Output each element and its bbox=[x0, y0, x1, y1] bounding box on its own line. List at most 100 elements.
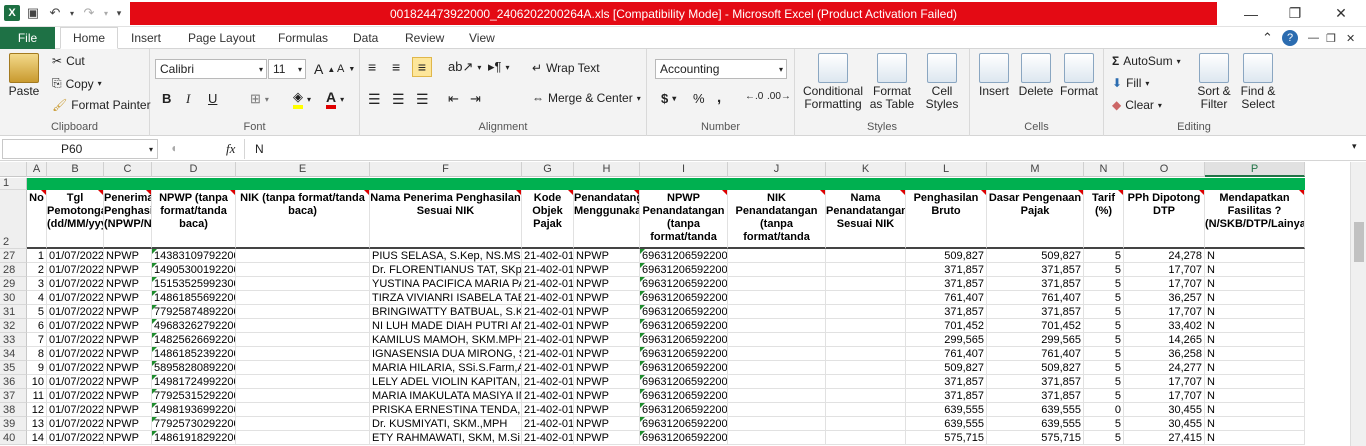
column-header-d[interactable]: D bbox=[152, 162, 236, 177]
table-cell[interactable]: 639,555 bbox=[987, 403, 1084, 417]
decrease-indent-icon[interactable]: ⇤ bbox=[448, 91, 459, 107]
conditional-formatting-button[interactable]: Conditional Formatting bbox=[799, 53, 867, 111]
percent-button[interactable]: % bbox=[693, 91, 705, 106]
row-header[interactable]: 40 bbox=[0, 431, 27, 445]
table-cell[interactable] bbox=[728, 347, 826, 361]
column-title-cell[interactable]: Mendapatkan Fasilitas ? (N/SKB/DTP/Lainy… bbox=[1205, 190, 1305, 249]
table-cell[interactable]: 8 bbox=[27, 347, 47, 361]
column-header-j[interactable]: J bbox=[728, 162, 826, 177]
table-cell[interactable]: MARIA HILARIA, SSi.S.Farm,Apt bbox=[370, 361, 522, 375]
table-cell[interactable] bbox=[826, 263, 906, 277]
autosum-button[interactable]: Σ AutoSum ▾ bbox=[1112, 54, 1181, 68]
table-cell[interactable] bbox=[728, 333, 826, 347]
table-cell[interactable]: NPWP bbox=[574, 305, 640, 319]
table-cell[interactable]: NPWP bbox=[574, 277, 640, 291]
table-cell[interactable]: 371,857 bbox=[906, 389, 987, 403]
column-title-cell[interactable]: Nama Penandatangan Sesuai NIK bbox=[826, 190, 906, 249]
formula-input[interactable]: N bbox=[244, 139, 1349, 159]
table-cell[interactable]: 24,277 bbox=[1124, 361, 1205, 375]
redo-icon[interactable]: ↷ bbox=[80, 4, 98, 22]
column-title-cell[interactable]: Penerima Penghasilan? (NPWP/NI bbox=[104, 190, 152, 249]
table-cell[interactable]: 696312065922000 bbox=[640, 277, 728, 291]
table-cell[interactable]: NPWP bbox=[104, 375, 152, 389]
table-cell[interactable]: 10 bbox=[27, 375, 47, 389]
table-cell[interactable] bbox=[236, 291, 370, 305]
table-cell[interactable]: 696312065922000 bbox=[640, 305, 728, 319]
column-title-cell[interactable]: NIK (tanpa format/tanda baca) bbox=[236, 190, 370, 249]
table-cell[interactable]: NI LUH MADE DIAH PUTRI ANGG bbox=[370, 319, 522, 333]
table-cell[interactable]: NPWP bbox=[104, 249, 152, 263]
column-header-c[interactable]: C bbox=[104, 162, 152, 177]
table-cell[interactable]: 696312065922000 bbox=[640, 361, 728, 375]
table-cell[interactable]: NPWP bbox=[104, 319, 152, 333]
table-cell[interactable]: 696312065922000 bbox=[640, 417, 728, 431]
paste-button[interactable]: Paste bbox=[6, 53, 42, 98]
table-cell[interactable]: 149053001922000 bbox=[152, 263, 236, 277]
table-cell[interactable]: 11 bbox=[27, 389, 47, 403]
table-cell[interactable]: 17,707 bbox=[1124, 277, 1205, 291]
table-cell[interactable] bbox=[826, 305, 906, 319]
table-cell[interactable]: 21-402-01 bbox=[522, 389, 574, 403]
table-cell[interactable]: 148618556922000 bbox=[152, 291, 236, 305]
table-cell[interactable]: NPWP bbox=[104, 389, 152, 403]
orientation-icon[interactable]: ab↗ ▾ bbox=[448, 59, 481, 75]
table-cell[interactable] bbox=[728, 375, 826, 389]
table-cell[interactable] bbox=[236, 417, 370, 431]
table-cell[interactable]: 36,258 bbox=[1124, 347, 1205, 361]
insert-cells-button[interactable]: Insert bbox=[974, 53, 1014, 98]
row-header[interactable]: 31 bbox=[0, 305, 27, 319]
table-cell[interactable]: 5 bbox=[1084, 389, 1124, 403]
increase-indent-icon[interactable]: ⇥ bbox=[470, 91, 481, 107]
bold-button[interactable]: B bbox=[162, 91, 171, 106]
table-cell[interactable]: ETY RAHMAWATI, SKM, M.Si bbox=[370, 431, 522, 445]
table-cell[interactable]: 509,827 bbox=[906, 249, 987, 263]
table-cell[interactable]: 696312065922000 bbox=[640, 291, 728, 305]
table-cell[interactable]: 696312065922000 bbox=[640, 319, 728, 333]
table-cell[interactable]: NPWP bbox=[574, 375, 640, 389]
table-cell[interactable]: 36,257 bbox=[1124, 291, 1205, 305]
column-header-m[interactable]: M bbox=[987, 162, 1084, 177]
table-cell[interactable] bbox=[826, 375, 906, 389]
table-cell[interactable]: 01/07/2022 bbox=[47, 361, 104, 375]
row-header[interactable]: 27 bbox=[0, 249, 27, 263]
text-direction-icon[interactable]: ▸¶ ▾ bbox=[488, 59, 510, 75]
table-cell[interactable]: 33,402 bbox=[1124, 319, 1205, 333]
table-cell[interactable]: 5 bbox=[1084, 277, 1124, 291]
table-cell[interactable]: 4 bbox=[27, 291, 47, 305]
align-middle-icon[interactable]: ≡ bbox=[392, 59, 400, 75]
font-color-icon[interactable]: A ▾ bbox=[326, 89, 344, 109]
table-cell[interactable] bbox=[728, 263, 826, 277]
row-header[interactable]: 1 bbox=[0, 177, 27, 190]
find-select-button[interactable]: Find & Select bbox=[1236, 53, 1280, 111]
table-cell[interactable]: 371,857 bbox=[906, 277, 987, 291]
table-cell[interactable]: 5 bbox=[1084, 319, 1124, 333]
column-header-i[interactable]: I bbox=[640, 162, 728, 177]
table-cell[interactable]: NPWP bbox=[104, 361, 152, 375]
table-cell[interactable]: 5 bbox=[1084, 249, 1124, 263]
format-cells-button[interactable]: Format bbox=[1058, 53, 1100, 98]
table-cell[interactable]: N bbox=[1205, 263, 1305, 277]
column-title-cell[interactable]: Tgl Pemotongan (dd/MM/yyyy bbox=[47, 190, 104, 249]
table-cell[interactable]: 371,857 bbox=[906, 375, 987, 389]
column-title-cell[interactable]: NIK Penandatangan (tanpa format/tanda bbox=[728, 190, 826, 249]
column-header-k[interactable]: K bbox=[826, 162, 906, 177]
table-cell[interactable]: 509,827 bbox=[987, 361, 1084, 375]
table-cell[interactable]: 13 bbox=[27, 417, 47, 431]
table-cell[interactable]: 696312065922000 bbox=[640, 403, 728, 417]
table-cell[interactable]: 761,407 bbox=[906, 291, 987, 305]
table-cell[interactable]: 148256266922000 bbox=[152, 333, 236, 347]
row-header[interactable]: 29 bbox=[0, 277, 27, 291]
table-cell[interactable]: 01/07/2022 bbox=[47, 263, 104, 277]
table-cell[interactable]: N bbox=[1205, 389, 1305, 403]
table-cell[interactable] bbox=[728, 431, 826, 445]
table-cell[interactable]: 30,455 bbox=[1124, 417, 1205, 431]
column-header-p[interactable]: P bbox=[1205, 162, 1305, 177]
customize-qat-icon[interactable]: ▾ bbox=[114, 4, 124, 22]
column-header-f[interactable]: F bbox=[370, 162, 522, 177]
column-title-cell[interactable]: Kode Objek Pajak bbox=[522, 190, 574, 249]
column-title-cell[interactable]: No bbox=[27, 190, 47, 249]
table-cell[interactable]: NPWP bbox=[104, 333, 152, 347]
table-cell[interactable]: 5 bbox=[1084, 347, 1124, 361]
table-cell[interactable]: 143831097922000 bbox=[152, 249, 236, 263]
table-cell[interactable]: 371,857 bbox=[987, 389, 1084, 403]
